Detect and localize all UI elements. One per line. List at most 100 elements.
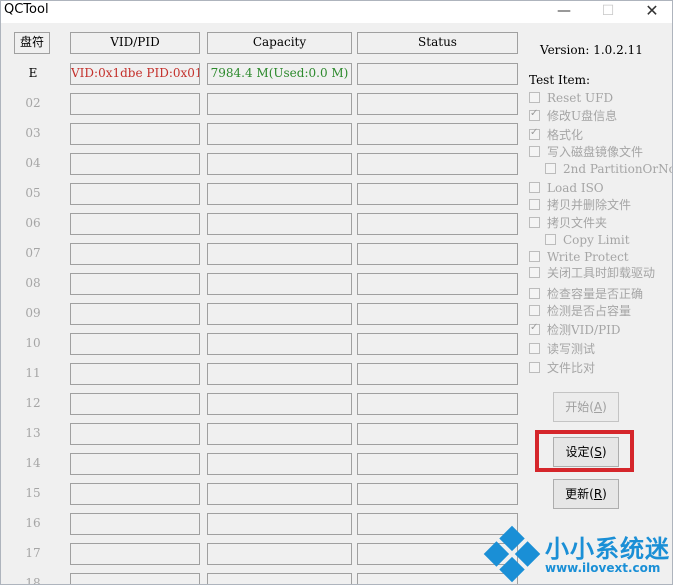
row-label: 18: [25, 576, 41, 585]
status-cell: [357, 453, 518, 475]
title-bar: QCTool — ☐ ✕: [1, 1, 672, 23]
checkbox[interactable]: [529, 146, 540, 157]
status-cell: [357, 393, 518, 415]
checkbox[interactable]: [529, 288, 540, 299]
vid-pid-cell: [70, 363, 200, 385]
row-label: 10: [25, 336, 41, 350]
checkbox[interactable]: [529, 305, 540, 316]
drive-column-header: 盘符: [14, 32, 50, 54]
vid-pid-cell: [70, 303, 200, 325]
capacity-column-header: Capacity: [207, 32, 352, 54]
close-button[interactable]: ✕: [629, 1, 672, 23]
status-cell: [357, 63, 518, 85]
vid-pid-cell: [70, 213, 200, 235]
option-label: 读写测试: [547, 342, 596, 356]
status-cell: [357, 93, 518, 115]
status-cell: [357, 213, 518, 235]
status-cell: [357, 423, 518, 445]
capacity-cell: [207, 573, 352, 584]
option-label: Copy Limit: [563, 233, 630, 247]
row-label: 14: [25, 456, 41, 470]
checkbox[interactable]: [529, 343, 540, 354]
option-label: Write Protect: [547, 250, 629, 264]
capacity-cell: [207, 273, 352, 295]
capacity-cell: [207, 453, 352, 475]
watermark-logo: 小小系统迷 www.ilovext.com: [483, 525, 672, 584]
checked-checkbox[interactable]: [529, 127, 540, 140]
capacity-cell: [207, 543, 352, 565]
option-label: 拷贝文件夹: [547, 216, 608, 230]
capacity-cell: [207, 123, 352, 145]
minimize-button[interactable]: —: [541, 1, 587, 23]
update-button-accel: R: [593, 487, 603, 501]
option-label: Reset UFD: [547, 91, 614, 105]
checkbox[interactable]: [529, 362, 540, 373]
windows-logo-icon: [483, 525, 541, 583]
checkbox[interactable]: [529, 267, 540, 278]
row-label: 06: [25, 216, 41, 230]
row-label: 16: [25, 516, 41, 530]
checked-checkbox[interactable]: [529, 108, 540, 121]
checkbox[interactable]: [529, 199, 540, 210]
start-button[interactable]: 开始(A): [553, 392, 619, 422]
capacity-cell: [207, 93, 352, 115]
vid-pid-cell: [70, 123, 200, 145]
row-label: 13: [25, 426, 41, 440]
checkbox[interactable]: [529, 217, 540, 228]
checked-checkbox[interactable]: [529, 322, 540, 335]
row-label: 11: [25, 366, 41, 380]
option-label: 关闭工具时卸载驱动: [547, 266, 656, 280]
option-label: 写入磁盘镜像文件: [547, 145, 644, 159]
option-label: Load ISO: [547, 181, 604, 195]
test-item-label: Test Item:: [529, 73, 591, 87]
vid-pid-cell: [70, 513, 200, 535]
status-cell: [357, 273, 518, 295]
status-cell: [357, 183, 518, 205]
vid-pid-column-header: VID/PID: [70, 32, 200, 54]
vid-pid-cell: [70, 183, 200, 205]
watermark-text: 小小系统迷: [545, 535, 670, 563]
row-label: 07: [25, 246, 41, 260]
vid-pid-cell: [70, 483, 200, 505]
watermark-url: www.ilovext.com: [545, 561, 661, 575]
capacity-cell: [207, 243, 352, 265]
status-cell: [357, 333, 518, 355]
checkbox[interactable]: [529, 182, 540, 193]
checkbox[interactable]: [545, 234, 556, 245]
vid-pid-cell: [70, 423, 200, 445]
settings-highlight-box: [535, 430, 634, 472]
start-button-accel: A: [593, 400, 603, 414]
capacity-cell: [207, 393, 352, 415]
start-button-label: 开始: [565, 400, 590, 414]
capacity-cell: 7984.4 M(Used:0.0 M): [207, 63, 352, 85]
status-column-header: Status: [357, 32, 518, 54]
capacity-cell: [207, 333, 352, 355]
row-label: 17: [25, 546, 41, 560]
row-label: 02: [25, 96, 41, 110]
checkbox[interactable]: [545, 163, 556, 174]
capacity-cell: [207, 423, 352, 445]
vid-pid-cell: [70, 93, 200, 115]
option-label: 格式化: [547, 128, 584, 142]
row-label: E: [28, 66, 38, 80]
window-title: QCTool: [4, 2, 49, 17]
update-button[interactable]: 更新(R): [553, 479, 619, 509]
status-cell: [357, 153, 518, 175]
capacity-cell: [207, 153, 352, 175]
row-label: 04: [25, 156, 41, 170]
capacity-cell: [207, 363, 352, 385]
status-cell: [357, 243, 518, 265]
option-label: 修改U盘信息: [547, 109, 618, 123]
vid-pid-cell: [70, 393, 200, 415]
option-label: 2nd PartitionOrNot: [563, 162, 673, 176]
capacity-cell: [207, 213, 352, 235]
row-label: 12: [25, 396, 41, 410]
qctool-window: QCTool — ☐ ✕ 盘符 VID/PID Capacity Status …: [0, 0, 673, 585]
capacity-cell: [207, 513, 352, 535]
vid-pid-cell: [70, 543, 200, 565]
row-label: 05: [25, 186, 41, 200]
checkbox[interactable]: [529, 251, 540, 262]
checkbox[interactable]: [529, 92, 540, 103]
status-cell: [357, 303, 518, 325]
vid-pid-cell: [70, 153, 200, 175]
